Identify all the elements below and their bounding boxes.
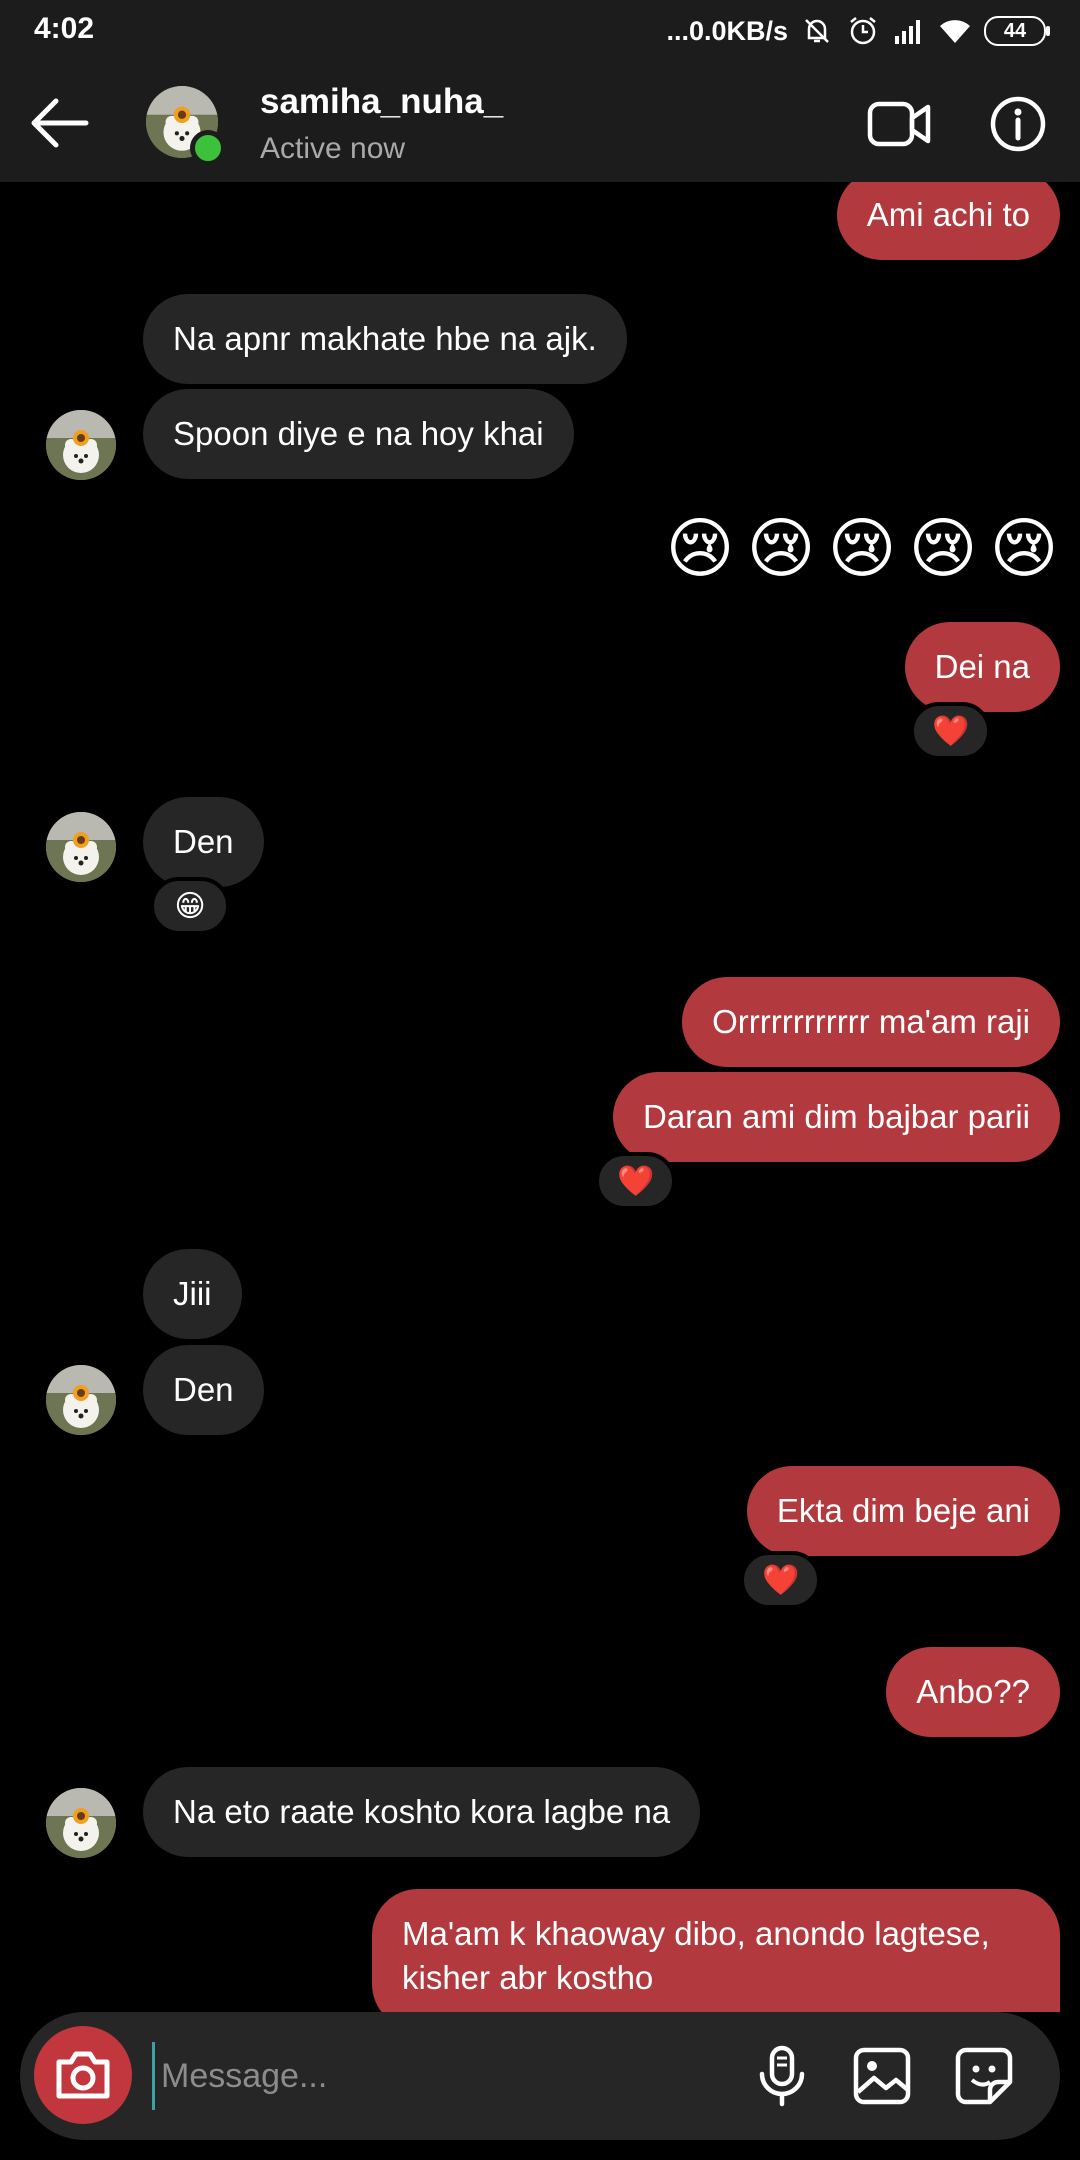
heart-reaction[interactable]: ❤️ (595, 1152, 677, 1210)
camera-button[interactable] (34, 2026, 132, 2124)
message-outgoing[interactable]: Ekta dim beje ani (746, 1466, 1060, 1556)
camera-icon (56, 2051, 110, 2099)
active-status: Active now (260, 132, 406, 165)
info-icon[interactable] (988, 94, 1048, 154)
message-incoming[interactable]: Na apnr makhate hbe na ajk. (143, 294, 627, 384)
microphone-icon[interactable] (750, 2044, 814, 2108)
battery-icon: 44 (984, 16, 1050, 46)
avatar[interactable] (46, 1365, 116, 1435)
crying-emoji: 😢 (665, 511, 735, 585)
wifi-icon (940, 20, 970, 43)
avatar[interactable] (46, 410, 116, 480)
message-input[interactable] (152, 2042, 732, 2110)
grin-reaction[interactable]: 😁 (150, 877, 230, 935)
chat-username[interactable]: samiha_nuha_ (260, 82, 503, 122)
message-composer (20, 2012, 1060, 2140)
crying-emoji: 😢 (746, 511, 816, 585)
message-incoming[interactable]: Spoon diye e na hoy khai (143, 389, 574, 479)
alarm-icon (850, 17, 876, 45)
video-call-icon[interactable] (866, 94, 932, 154)
message-list[interactable]: Ami achi to Na apnr makhate hbe na ajk. … (0, 182, 1080, 2012)
signal-icon (895, 20, 920, 44)
message-outgoing[interactable]: Anbo?? (886, 1647, 1060, 1737)
battery-level: 44 (1003, 19, 1027, 42)
emoji-message[interactable]: 😢 😢 😢 😢 😢 (664, 512, 1060, 584)
status-bar: 4:02 ...0.0KB/s 44 (0, 0, 1080, 62)
back-arrow-icon[interactable] (26, 92, 92, 154)
message-outgoing[interactable]: Ma'am k khaoway dibo, anondo lagtese, ki… (372, 1889, 1060, 2012)
message-outgoing[interactable]: Orrrrrrrrrrrr ma'am raji (682, 977, 1060, 1067)
message-outgoing[interactable]: Dei na (904, 622, 1060, 712)
heart-reaction[interactable]: ❤️ (910, 702, 992, 760)
network-speed: ...0.0KB/s (666, 15, 788, 46)
message-incoming[interactable]: Jiii (143, 1249, 242, 1339)
heart-reaction[interactable]: ❤️ (740, 1551, 822, 1609)
avatar[interactable] (46, 1788, 116, 1858)
status-time: 4:02 (34, 12, 95, 45)
crying-emoji: 😢 (827, 511, 897, 585)
crying-emoji: 😢 (989, 511, 1059, 585)
message-incoming[interactable]: Na eto raate koshto kora lagbe na (143, 1767, 701, 1857)
message-outgoing[interactable]: Ami achi to (836, 182, 1060, 260)
mute-bell-icon (805, 19, 829, 43)
crying-emoji: 😢 (908, 511, 978, 585)
sticker-icon[interactable] (952, 2044, 1016, 2108)
avatar[interactable] (46, 812, 116, 882)
chat-header: samiha_nuha_ Active now (0, 62, 1080, 182)
gallery-icon[interactable] (850, 2044, 914, 2108)
message-incoming[interactable]: Den (143, 797, 264, 887)
online-indicator (190, 130, 226, 166)
status-icons: ...0.0KB/s 44 (666, 12, 1050, 50)
message-incoming[interactable]: Den (143, 1345, 264, 1435)
message-outgoing[interactable]: Daran ami dim bajbar parii (613, 1072, 1060, 1162)
